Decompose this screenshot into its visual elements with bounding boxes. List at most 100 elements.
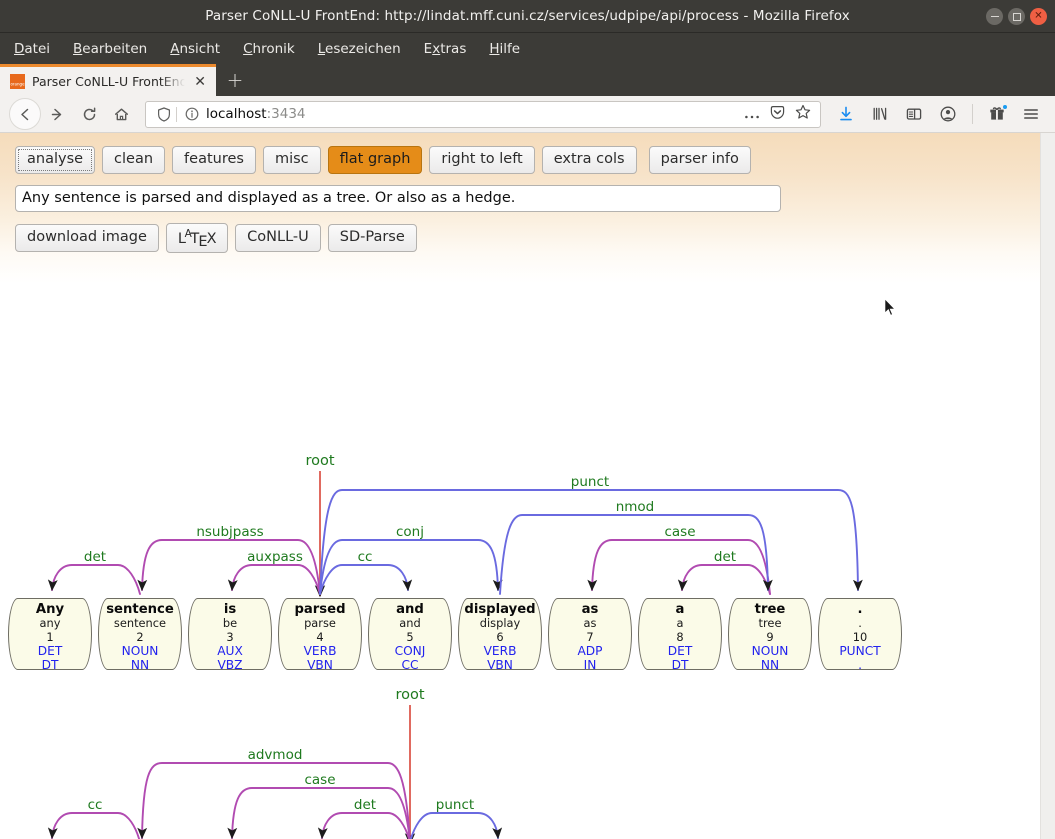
window-controls: ✕ bbox=[986, 0, 1047, 33]
browser-viewport: analyse clean features misc flat graph r… bbox=[0, 133, 1055, 839]
page-content: analyse clean features misc flat graph r… bbox=[0, 133, 1040, 839]
back-arrow-icon[interactable] bbox=[9, 98, 41, 130]
word-node[interactable]: displayed display 6 VERB VBN bbox=[458, 598, 542, 672]
menu-hilfe[interactable]: Hilfe bbox=[489, 41, 520, 57]
features-button[interactable]: features bbox=[172, 146, 256, 174]
options-toolbar: analyse clean features misc flat graph r… bbox=[0, 133, 1040, 174]
dependency-arc bbox=[319, 489, 863, 595]
token-xpos: NN bbox=[760, 657, 780, 672]
shield-icon[interactable] bbox=[154, 106, 173, 122]
dependency-label: nmod bbox=[616, 499, 655, 515]
word-node[interactable]: and and 5 CONJ CC bbox=[368, 598, 452, 672]
menu-chronik[interactable]: Chronik bbox=[243, 41, 295, 57]
dependency-label: conj bbox=[396, 524, 424, 540]
token-form: and bbox=[396, 602, 424, 617]
word-node[interactable]: parsed parse 4 VERB VBN bbox=[278, 598, 362, 672]
sd-parse-button[interactable]: SD-Parse bbox=[327, 224, 417, 252]
conllu-button[interactable]: CoNLL-U bbox=[235, 224, 321, 252]
firefox-window: Parser CoNLL-U FrontEnd: http://lindat.m… bbox=[0, 0, 1055, 839]
tab-close-icon[interactable]: ✕ bbox=[192, 75, 208, 89]
menu-lesezeichen-rest: esezeichen bbox=[325, 40, 401, 57]
dependency-label: punct bbox=[436, 797, 474, 813]
menu-ansicht[interactable]: Ansicht bbox=[170, 41, 220, 57]
mouse-cursor bbox=[884, 297, 897, 317]
token-id: 8 bbox=[676, 629, 684, 644]
library-icon[interactable] bbox=[865, 99, 895, 129]
maximize-button[interactable] bbox=[1008, 8, 1025, 25]
menubar: Datei Bearbeiten Ansicht Chronik Lesezei… bbox=[0, 33, 1055, 64]
url-text[interactable]: localhost:3434 bbox=[200, 106, 744, 122]
right-to-left-button[interactable]: right to left bbox=[429, 146, 535, 174]
token-lemma: . bbox=[858, 616, 862, 630]
download-image-button[interactable]: download image bbox=[15, 224, 159, 252]
root-label: root bbox=[305, 453, 334, 469]
token-upos: NOUN bbox=[121, 643, 159, 658]
extra-cols-button[interactable]: extra cols bbox=[541, 146, 637, 174]
word-node[interactable]: tree tree 9 NOUN NN bbox=[728, 598, 812, 672]
token-upos: ADP bbox=[577, 643, 603, 658]
dependency-label: case bbox=[664, 524, 695, 540]
word-node[interactable]: .. 10 PUNCT. bbox=[818, 598, 902, 672]
menu-ansicht-rest: nsicht bbox=[179, 40, 221, 57]
token-xpos: NN bbox=[130, 657, 150, 672]
dependency-label: det bbox=[354, 797, 376, 813]
home-icon[interactable] bbox=[105, 98, 137, 130]
hamburger-menu-icon[interactable] bbox=[1016, 99, 1046, 129]
menu-extras[interactable]: Extras bbox=[424, 41, 467, 57]
word-node[interactable]: as as 7 ADP IN bbox=[548, 598, 632, 672]
token-id: 1 bbox=[46, 629, 54, 644]
menu-bearbeiten-rest: earbeiten bbox=[82, 40, 148, 57]
token-form: tree bbox=[754, 602, 786, 617]
dependency-label: auxpass bbox=[247, 549, 303, 565]
dependency-arc bbox=[47, 564, 141, 595]
dependency-arc bbox=[677, 564, 771, 595]
token-form: parsed bbox=[294, 602, 346, 617]
url-bar[interactable]: localhost:3434 bbox=[145, 100, 821, 128]
token-upos: NOUN bbox=[751, 643, 789, 658]
token-xpos: VBZ bbox=[217, 657, 243, 672]
bookmark-star-icon[interactable] bbox=[795, 104, 811, 124]
forward-arrow-icon[interactable] bbox=[41, 98, 73, 130]
pocket-icon[interactable] bbox=[770, 105, 785, 124]
latex-button[interactable]: LATEX bbox=[165, 222, 229, 254]
dependency-label: det bbox=[84, 549, 106, 565]
minimize-button[interactable] bbox=[986, 8, 1003, 25]
word-node[interactable]: is be 3 AUX VBZ bbox=[188, 598, 272, 672]
misc-button[interactable]: misc bbox=[262, 146, 321, 174]
parser-info-button[interactable]: parser info bbox=[648, 146, 751, 174]
word-node[interactable]: a a 8 DET DT bbox=[638, 598, 722, 672]
menu-lesezeichen[interactable]: Lesezeichen bbox=[318, 41, 401, 57]
close-button[interactable]: ✕ bbox=[1030, 8, 1047, 25]
token-upos: VERB bbox=[483, 643, 517, 658]
tab-parser-conllu-frontend[interactable]: orange Parser CoNLL-U FrontEnd ✕ bbox=[0, 64, 216, 96]
token-xpos: VBN bbox=[487, 657, 513, 672]
dependency-arc bbox=[587, 539, 771, 595]
dependency-tree-1: root det nsubjpass auxpass cc conj punct case de… bbox=[0, 433, 960, 678]
new-tab-button[interactable]: + bbox=[216, 64, 254, 96]
reload-icon[interactable] bbox=[73, 98, 105, 130]
page-info-icon[interactable] bbox=[183, 107, 200, 121]
token-form: sentence bbox=[106, 602, 174, 617]
token-xpos: DT bbox=[671, 657, 689, 672]
token-upos: DET bbox=[667, 643, 693, 658]
token-upos: PUNCT bbox=[839, 643, 881, 658]
token-id: 2 bbox=[136, 629, 144, 644]
flat-graph-button[interactable]: flat graph bbox=[327, 146, 423, 174]
sidebar-icon[interactable] bbox=[899, 99, 929, 129]
token-form: displayed bbox=[464, 602, 536, 617]
more-options-icon[interactable] bbox=[744, 105, 760, 124]
gift-icon[interactable] bbox=[982, 99, 1012, 129]
word-node[interactable]: sentence sentence 2 NOUN NN bbox=[98, 598, 182, 672]
sentence-input[interactable]: Any sentence is parsed and displayed as … bbox=[15, 184, 781, 212]
dependency-arc bbox=[47, 812, 141, 839]
clean-button[interactable]: clean bbox=[102, 146, 166, 174]
token-id: 5 bbox=[406, 629, 414, 644]
tab-title: Parser CoNLL-U FrontEnd bbox=[32, 74, 186, 89]
token-lemma: as bbox=[583, 616, 597, 630]
account-icon[interactable] bbox=[933, 99, 963, 129]
downloads-icon[interactable] bbox=[831, 99, 861, 129]
menu-datei[interactable]: Datei bbox=[14, 41, 50, 57]
analyse-button[interactable]: analyse bbox=[15, 146, 96, 174]
menu-bearbeiten[interactable]: Bearbeiten bbox=[73, 41, 147, 57]
word-node[interactable]: Any any 1 DET DT bbox=[8, 598, 92, 672]
